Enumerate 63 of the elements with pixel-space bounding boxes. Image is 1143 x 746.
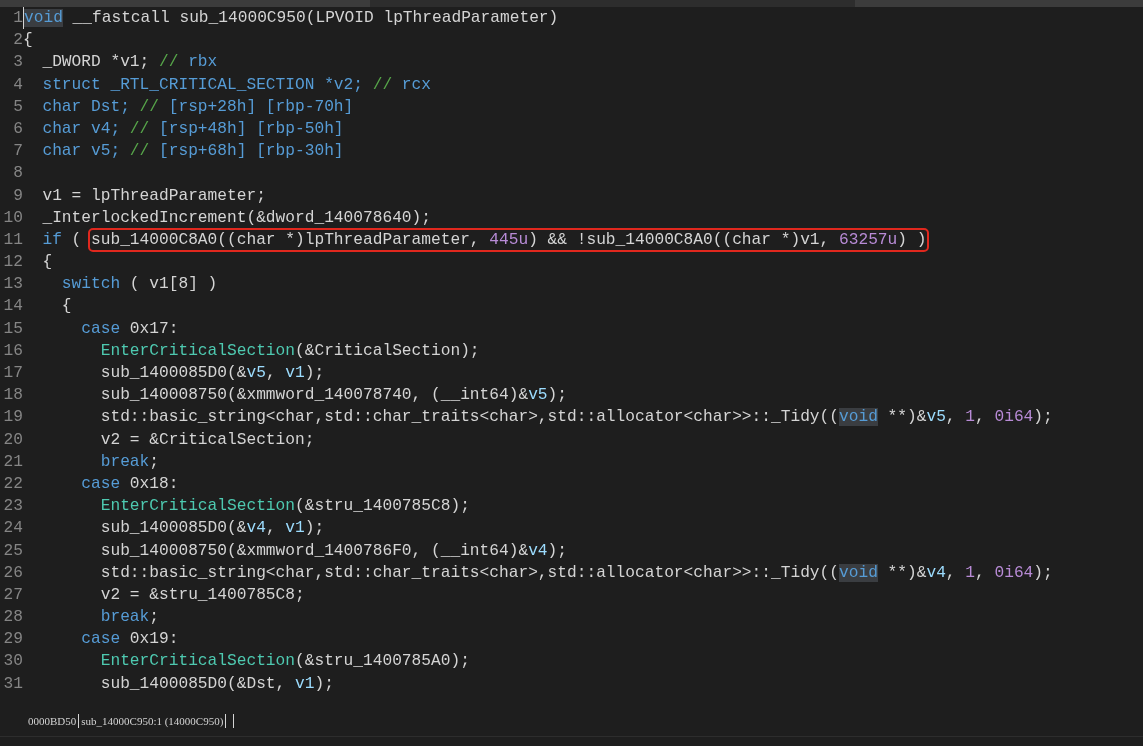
line-number: 7 — [12, 141, 23, 163]
line-number: 9 — [12, 185, 23, 207]
code-line: struct _RTL_CRITICAL_SECTION *v2; // rcx — [41, 74, 431, 96]
line-number: 4 — [12, 74, 23, 96]
line-number: 26 — [2, 562, 23, 584]
line-number: 15 — [2, 318, 23, 340]
line-number: 18 — [2, 385, 23, 407]
line-number: 29 — [2, 629, 23, 651]
code-line: break; — [99, 607, 159, 629]
code-line: EnterCriticalSection(&stru_1400785A0); — [99, 651, 470, 673]
line-number: 31 — [2, 673, 23, 695]
code-line: { — [60, 296, 72, 318]
line-number: 19 — [2, 407, 23, 429]
code-line: char Dst; // [rsp+28h] [rbp-70h] — [41, 96, 354, 118]
code-line: EnterCriticalSection(&stru_1400785C8); — [99, 496, 470, 518]
line-number: 1 — [12, 8, 23, 29]
code-line: char v5; // [rsp+68h] [rbp-30h] — [41, 141, 344, 163]
code-line: sub_1400085D0(&Dst, v1); — [99, 673, 334, 695]
line-number: 10 — [2, 207, 23, 229]
code-line: break; — [99, 451, 159, 473]
line-number: 8 — [12, 163, 23, 185]
line-number: 12 — [2, 252, 23, 274]
line-number: 21 — [2, 451, 23, 473]
code-line: _DWORD *v1; // rbx — [41, 52, 218, 74]
code-line: sub_1400085D0(&v5, v1); — [99, 363, 325, 384]
line-number: 28 — [2, 607, 23, 629]
code-line: switch ( v1[8] ) — [60, 274, 218, 296]
code-line: case 0x18: — [80, 473, 179, 495]
code-line: sub_140008750(&xmmword_140078740, (__int64)&v5); — [99, 385, 567, 407]
line-number: 2 — [12, 30, 23, 52]
code-line: case 0x17: — [80, 318, 179, 340]
line-number: 16 — [2, 340, 23, 362]
line-number: 23 — [2, 496, 23, 518]
code-line: std::basic_string<char,std::char_traits<char>,std::allocator<char>>::_Tidy((void **)&v4, 1, 0i64); — [99, 562, 1053, 584]
line-number: 17 — [2, 363, 23, 384]
code-line: std::basic_string<char,std::char_traits<char>,std::allocator<char>>::_Tidy((void **)&v5, 1, 0i64); — [99, 407, 1053, 429]
code-line: if ( sub_14000C8A0((char *)lpThreadParameter, 445u) && !sub_14000C8A0((char *)v1, 63257u) ) — [23, 228, 927, 252]
line-number: 25 — [2, 540, 23, 562]
line-number: 27 — [2, 584, 23, 606]
line-number: 13 — [2, 274, 23, 296]
line-number: 11 — [2, 229, 23, 251]
code-line: v2 = &CriticalSection; — [99, 429, 315, 451]
code-line: void __fastcall sub_14000C950(LPVOID lpThreadParameter) — [23, 7, 559, 30]
line-number: 14 — [2, 296, 23, 318]
line-number: 5 — [12, 96, 23, 118]
status-field: 0000BD50 — [26, 713, 80, 728]
code-line: { — [23, 30, 33, 52]
code-line: sub_1400085D0(&v4, v1); — [99, 518, 325, 540]
code-line: case 0x19: — [80, 629, 179, 651]
line-number: 30 — [2, 651, 23, 673]
code-line: sub_140008750(&xmmword_1400786F0, (__int64)&v4); — [99, 540, 567, 562]
status-field: sub_14000C950:1 (14000C950) — [79, 713, 227, 728]
code-line: v2 = &stru_1400785C8; — [99, 584, 305, 606]
code-line: v1 = lpThreadParameter; — [41, 185, 266, 207]
code-line: EnterCriticalSection(&CriticalSection); — [99, 340, 480, 362]
code-line: char v4; // [rsp+48h] [rbp-50h] — [41, 118, 344, 140]
line-number: 22 — [2, 473, 23, 495]
code-line: { — [41, 252, 53, 274]
line-number: 24 — [2, 518, 23, 540]
code-line: _InterlockedIncrement(&dword_140078640); — [41, 207, 431, 229]
line-number: 3 — [12, 52, 23, 74]
line-number: 20 — [2, 429, 23, 451]
line-number: 6 — [12, 118, 23, 140]
